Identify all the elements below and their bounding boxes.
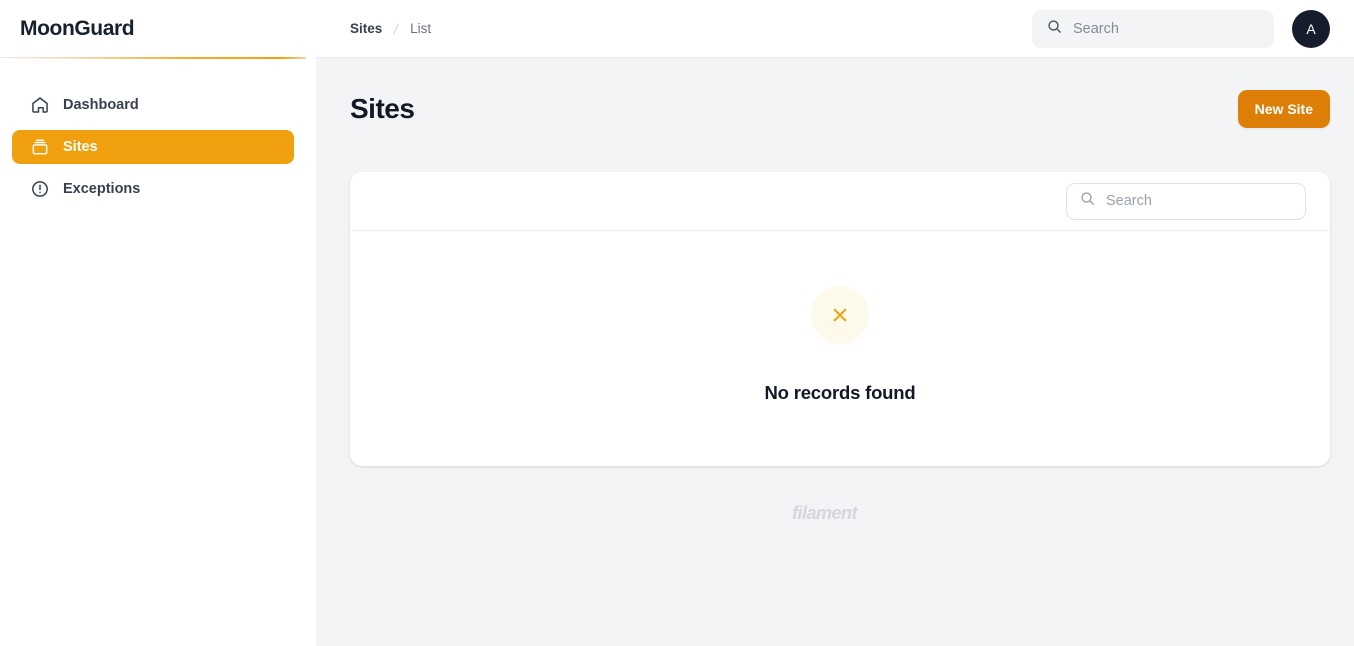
page-content: Sites New Site Search No records found f…: [316, 58, 1354, 646]
sidebar-item-exceptions[interactable]: Exceptions: [12, 172, 294, 206]
table-toolbar: [350, 172, 1330, 231]
sidebar-item-label: Dashboard: [63, 97, 139, 113]
sidebar-gutter: [306, 0, 316, 646]
new-site-button[interactable]: New Site: [1237, 90, 1330, 128]
sidebar: MoonGuard Dashboard Sites Exceptions: [0, 0, 306, 646]
sites-table-card: No records found: [350, 172, 1330, 466]
breadcrumb-item-list: List: [410, 21, 432, 36]
app-root: MoonGuard Dashboard Sites Exceptions Sit…: [0, 0, 1354, 646]
home-icon: [30, 95, 50, 115]
avatar-initial: A: [1306, 20, 1316, 37]
breadcrumb-item-sites[interactable]: Sites: [350, 21, 382, 36]
main-area: Sites / List A Sites: [316, 0, 1354, 646]
svg-text:filament: filament: [792, 503, 859, 523]
page-header: Sites New Site: [350, 90, 1330, 128]
search-icon: [1079, 190, 1096, 212]
breadcrumb-separator: /: [392, 20, 401, 37]
empty-state: No records found: [350, 231, 1330, 466]
empty-state-heading: No records found: [764, 382, 916, 403]
table-search[interactable]: [1066, 182, 1306, 220]
sidebar-item-label: Exceptions: [63, 181, 141, 197]
table-search-input[interactable]: [1106, 193, 1293, 209]
x-mark-icon: [829, 304, 851, 326]
page-title: Sites: [350, 93, 415, 124]
sidebar-header: MoonGuard: [0, 0, 306, 59]
exclamation-circle-icon: [30, 179, 50, 199]
topbar: Sites / List A: [316, 0, 1354, 58]
loading-progress-bar: [0, 57, 306, 59]
search-icon: [1046, 18, 1063, 40]
user-avatar[interactable]: A: [1292, 9, 1330, 48]
filament-brandmark: filament: [350, 500, 1330, 526]
sidebar-item-dashboard[interactable]: Dashboard: [12, 88, 294, 122]
sidebar-item-label: Sites: [63, 139, 98, 155]
sidebar-nav: Dashboard Sites Exceptions: [0, 58, 306, 206]
archive-box-icon: [30, 137, 50, 157]
global-search-input[interactable]: [1073, 20, 1260, 37]
sidebar-item-sites[interactable]: Sites: [12, 130, 294, 164]
global-search[interactable]: [1032, 9, 1274, 48]
empty-state-icon-wrapper: [811, 286, 869, 344]
brand-logo[interactable]: MoonGuard: [20, 17, 135, 41]
breadcrumb: Sites / List: [350, 21, 431, 37]
